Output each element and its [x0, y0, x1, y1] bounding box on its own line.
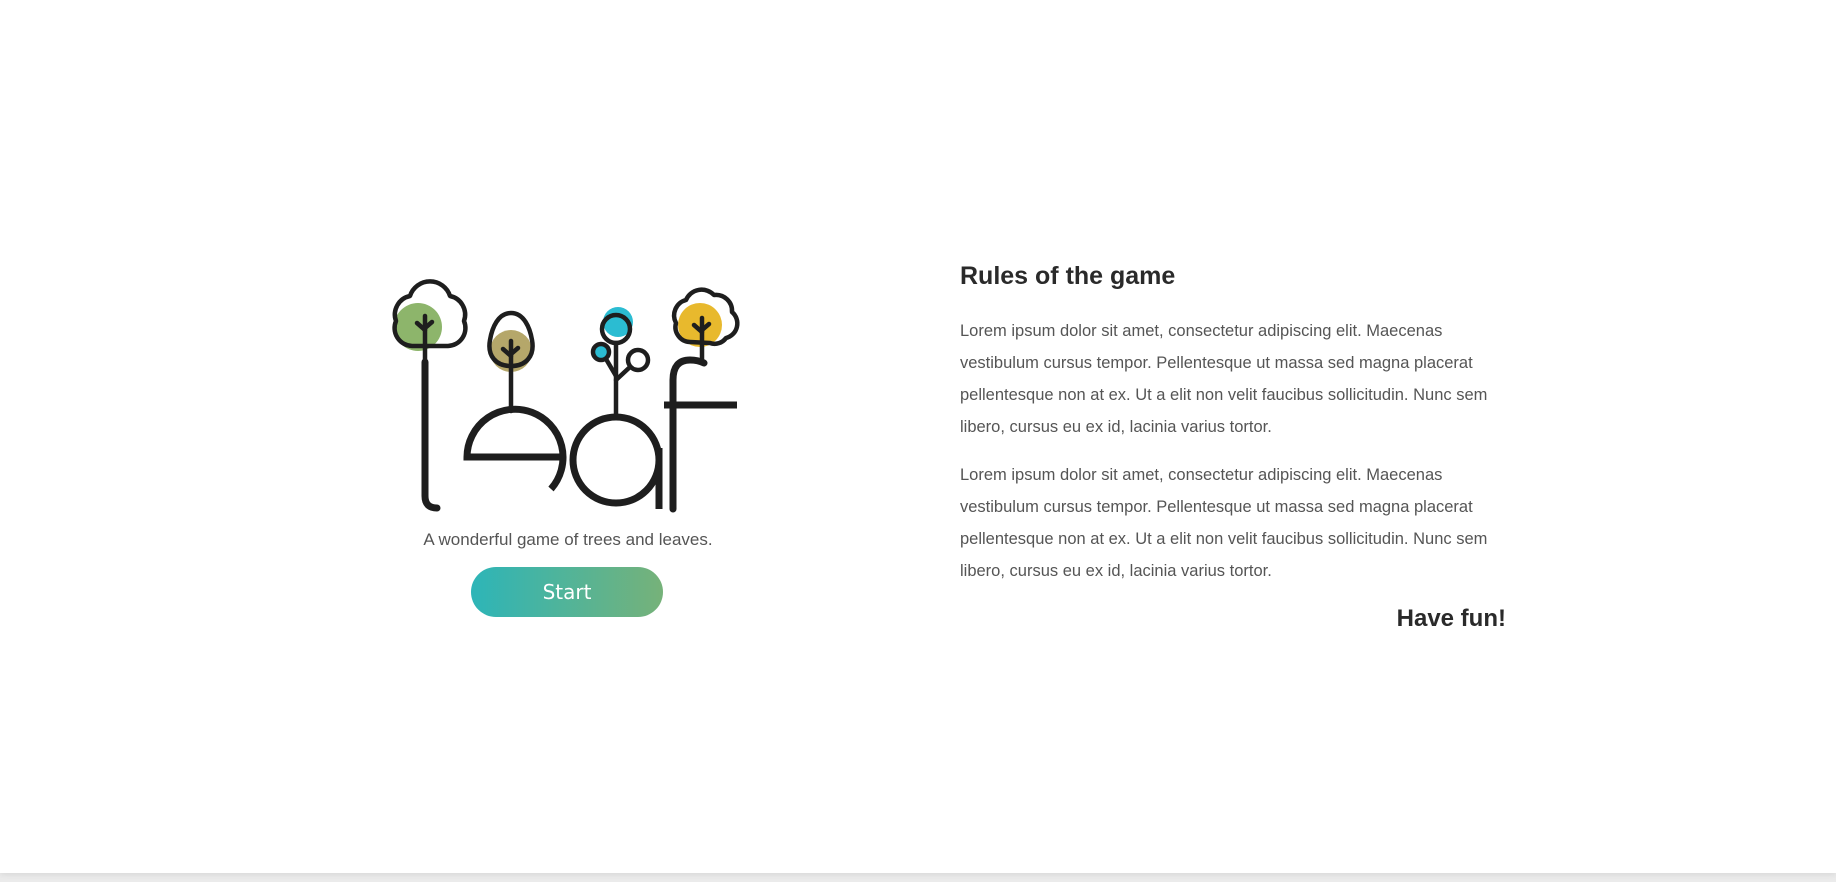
logo-letter-e	[463, 405, 567, 492]
hero-section: A wonderful game of trees and leaves. St…	[380, 268, 756, 617]
rules-section: Rules of the game Lorem ipsum dolor sit …	[960, 258, 1506, 635]
leaf-logo	[392, 279, 740, 513]
tree-cyan-icon	[590, 307, 651, 419]
logo-letter-l	[421, 358, 441, 512]
tree-green-icon	[392, 279, 468, 367]
logo-letter-f	[664, 356, 737, 513]
rules-paragraph-2: Lorem ipsum dolor sit amet, consectetur …	[960, 466, 1488, 580]
have-fun-text: Have fun!	[1396, 605, 1506, 632]
logo-letter-a	[569, 413, 663, 509]
tagline: A wonderful game of trees and leaves.	[423, 530, 713, 549]
page: A wonderful game of trees and leaves. St…	[0, 0, 1836, 873]
rules-paragraph-1: Lorem ipsum dolor sit amet, consectetur …	[960, 322, 1488, 436]
start-button[interactable]: Start	[471, 567, 663, 617]
tree-olive-icon	[487, 310, 535, 414]
rules-title: Rules of the game	[960, 262, 1176, 290]
tree-yellow-icon	[671, 287, 740, 363]
